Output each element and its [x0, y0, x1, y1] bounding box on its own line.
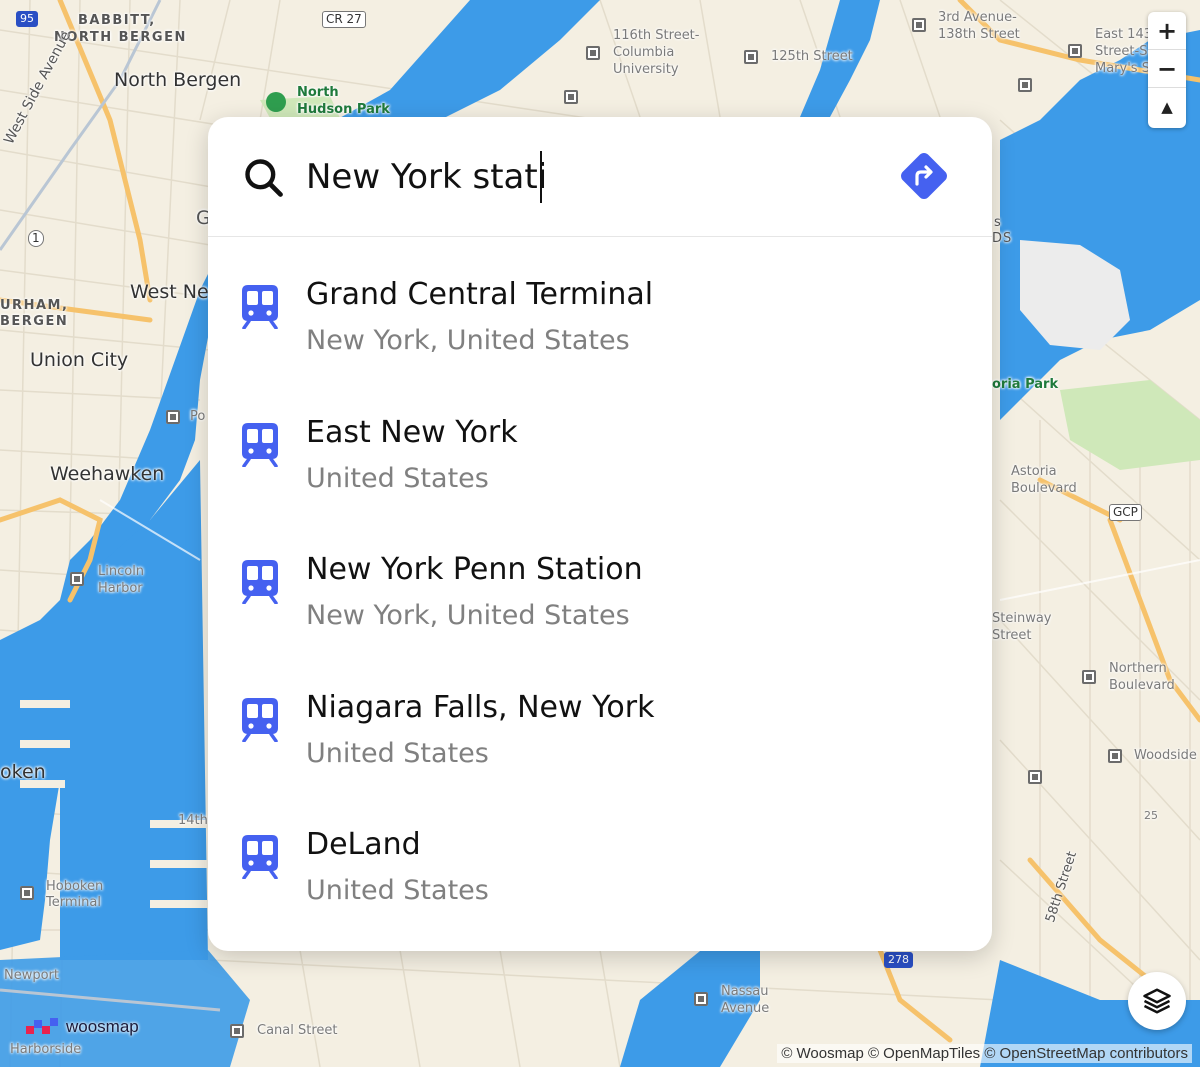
- map-label-east-143-1: East 143: [1095, 27, 1152, 42]
- map-label-nassau-1: Nassau: [721, 984, 769, 999]
- map-label-gcp: GCP: [1109, 504, 1142, 522]
- map-label-columbia-3: University: [613, 62, 679, 77]
- map-label-durham: URHAM,: [0, 298, 69, 313]
- train-icon: [242, 560, 278, 604]
- zoom-controls: + − ▲: [1148, 12, 1186, 128]
- result-item[interactable]: Grand Central Terminal New York, United …: [208, 237, 992, 375]
- map-label-north-hudson-park-2: Hudson Park: [297, 102, 390, 117]
- result-subtitle: United States: [306, 875, 489, 906]
- map-label-3rd-avenue-2: 138th Street: [938, 27, 1020, 42]
- woosmap-logo-icon: [26, 1018, 58, 1034]
- map-label-north-hudson-park-1: North: [297, 85, 339, 100]
- map-label-astoria-blvd-1: Astoria: [1011, 464, 1057, 479]
- layers-icon: [1143, 988, 1171, 1014]
- map-label-3rd-avenue-1: 3rd Avenue-: [938, 10, 1017, 25]
- result-item[interactable]: DeLand United States: [208, 787, 992, 925]
- map-label-steinway-2: Street: [992, 628, 1032, 643]
- map-label-hoboken: oken: [0, 761, 46, 783]
- compass-icon: ▲: [1161, 98, 1173, 116]
- map-label-columbia-2: Columbia: [613, 45, 675, 60]
- map-label-steinway-1: Steinway: [992, 611, 1052, 626]
- results-list: Grand Central Terminal New York, United …: [208, 237, 992, 925]
- map-label-ds: DS: [992, 231, 1013, 246]
- train-icon: [242, 697, 278, 742]
- search-bar: [208, 117, 992, 237]
- search-input[interactable]: [306, 153, 866, 201]
- zoom-in-button[interactable]: +: [1148, 12, 1186, 50]
- map-label-po: Po: [190, 409, 206, 424]
- map-label-lincoln-harbor-1: Lincoln: [98, 564, 145, 579]
- map-label-newport: Newport: [4, 968, 60, 983]
- map-label-northern-2: Boulevard: [1109, 678, 1175, 693]
- map-label-us1: 1: [28, 230, 44, 248]
- result-item[interactable]: Niagara Falls, New York United States: [208, 650, 992, 788]
- train-icon: [242, 422, 278, 467]
- map-label-lincoln-harbor-2: Harbor: [98, 581, 143, 596]
- map-label-125th-street: 125th Street: [771, 49, 853, 64]
- map-label-west-new-york: West Ne: [130, 281, 209, 303]
- brand-logo[interactable]: woosmap: [26, 1016, 139, 1038]
- map-label-east-143-3: Mary's S: [1095, 61, 1150, 76]
- result-subtitle: United States: [306, 737, 489, 769]
- map-label-astoria-blvd-2: Boulevard: [1011, 481, 1077, 496]
- compass-button[interactable]: ▲: [1148, 88, 1186, 126]
- zoom-out-button[interactable]: −: [1148, 50, 1186, 88]
- map-label-northern-1: Northern: [1109, 661, 1167, 676]
- map-label-i95: 95: [16, 11, 38, 28]
- result-title: Niagara Falls, New York: [306, 689, 655, 725]
- result-item[interactable]: New York Penn Station New York, United S…: [208, 512, 992, 650]
- search-panel: Grand Central Terminal New York, United …: [208, 117, 992, 951]
- result-title: East New York: [306, 414, 518, 450]
- map-label-nassau-2: Avenue: [721, 1001, 770, 1016]
- map-label-bergen: BERGEN: [0, 314, 69, 329]
- map-label-astoria-park: oria Park: [992, 377, 1059, 392]
- map-label-canal-street: Canal Street: [257, 1023, 338, 1038]
- result-title: New York Penn Station: [306, 552, 643, 587]
- map-attribution[interactable]: © Woosmap © OpenMapTiles © OpenStreetMap…: [777, 1044, 1192, 1063]
- result-subtitle: New York, United States: [306, 600, 630, 631]
- map-label-north-bergen-district: NORTH BERGEN: [54, 30, 187, 45]
- map-label-hoboken-terminal-2: Terminal: [46, 895, 101, 910]
- map-label-cr27: CR 27: [322, 11, 366, 29]
- train-icon: [242, 285, 278, 329]
- map-label-harborside: Harborside: [10, 1042, 82, 1057]
- park-icon: [266, 92, 286, 112]
- directions-button[interactable]: [896, 148, 952, 204]
- map-label-25: 25: [1144, 809, 1158, 822]
- map-label-babbitt: BABBITT,: [78, 13, 156, 28]
- result-title: Grand Central Terminal: [306, 277, 654, 312]
- map-label-woodside: Woodside: [1134, 748, 1197, 763]
- train-icon: [242, 835, 278, 879]
- map-label-east-143-2: Street-S: [1095, 44, 1148, 59]
- map-label-union-city: Union City: [30, 349, 129, 371]
- result-item[interactable]: East New York United States: [208, 375, 992, 513]
- search-icon: [245, 159, 283, 197]
- map-label-hoboken-terminal-1: Hoboken: [46, 879, 104, 894]
- map-label-weehawken: Weehawken: [50, 463, 165, 485]
- map-label-i278: 278: [884, 952, 913, 969]
- map-label-s: s: [994, 215, 1001, 230]
- result-subtitle: New York, United States: [306, 325, 630, 356]
- map-label-columbia-1: 116th Street-: [613, 28, 700, 43]
- brand-name: woosmap: [66, 1017, 139, 1036]
- result-subtitle: United States: [306, 462, 489, 494]
- result-title: DeLand: [306, 827, 421, 862]
- map-label-14th: 14th: [178, 813, 208, 828]
- layers-button[interactable]: [1128, 972, 1186, 1030]
- text-caret: [540, 151, 542, 203]
- map-label-north-bergen: North Bergen: [114, 69, 242, 91]
